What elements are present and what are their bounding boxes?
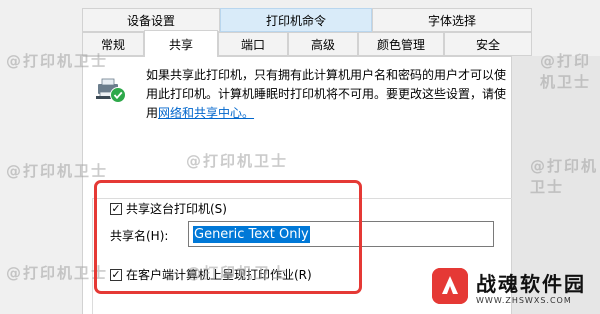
tab-label: 端口	[240, 37, 265, 52]
share-name-label-text: 共享名(H):	[110, 229, 169, 243]
network-sharing-center-link[interactable]: 网络和共享中心。	[158, 106, 254, 120]
tab-color-management[interactable]: 颜色管理	[358, 32, 444, 56]
tab-label: 颜色管理	[376, 37, 425, 52]
render-jobs-checkbox[interactable]: ✓ 在客户端计算机上呈现打印作业(R)	[110, 266, 312, 283]
tab-label: 高级	[310, 37, 335, 52]
tab-ports[interactable]: 端口	[218, 32, 288, 56]
tab-sharing[interactable]: 共享	[144, 30, 218, 57]
brand-logo-area: 战魂软件园 WWW.ZHSWXS.COM	[420, 262, 600, 314]
tab-label: 打印机命令	[265, 13, 326, 28]
tab-label: 共享	[168, 37, 193, 52]
share-printer-label: 共享这台打印机(S)	[126, 202, 227, 216]
shared-printer-icon	[96, 78, 126, 103]
tab-label: 字体选择	[427, 13, 476, 28]
tab-printer-commands[interactable]: 打印机命令	[220, 8, 372, 32]
tab-label: 设备设置	[126, 13, 175, 28]
tab-general[interactable]: 常规	[82, 32, 144, 56]
share-name-input[interactable]: Generic Text Only	[188, 221, 494, 247]
share-name-label: 共享名(H):	[110, 227, 168, 244]
info-line: 用网络和共享中心。	[146, 104, 516, 123]
tab-advanced[interactable]: 高级	[288, 32, 358, 56]
share-name-selected-text[interactable]: Generic Text Only	[193, 225, 310, 243]
info-line: 如果共享此打印机，只有拥有此计算机用户名和密码的用户才可以使	[146, 68, 507, 82]
share-printer-checkbox[interactable]: ✓ 共享这台打印机(S)	[110, 200, 227, 217]
tab-label: 常规	[100, 37, 125, 52]
checkbox-checked-icon[interactable]: ✓	[110, 202, 122, 215]
info-line: 用此打印机。计算机睡眠时打印机将不可用。要更改这些设置，请使	[146, 87, 507, 101]
brand-title: 战魂软件园	[476, 272, 586, 296]
render-jobs-label: 在客户端计算机上呈现打印作业(R)	[126, 268, 312, 282]
brand-url: WWW.ZHSWXS.COM	[476, 296, 572, 305]
sharing-info-text: 如果共享此打印机，只有拥有此计算机用户名和密码的用户才可以使 用此打印机。计算机…	[146, 66, 516, 123]
checkbox-checked-icon[interactable]: ✓	[110, 268, 122, 281]
tab-font-selection[interactable]: 字体选择	[372, 8, 532, 32]
tab-label: 安全	[475, 37, 500, 52]
tab-device-settings[interactable]: 设备设置	[82, 8, 220, 32]
printer-properties-dialog: 设备设置 打印机命令 字体选择 常规 共享 端口 高级 颜色管理 安全 如果共享…	[0, 0, 600, 314]
brand-logo-icon	[432, 268, 468, 304]
info-text-prefix: 用	[146, 106, 159, 120]
tab-security[interactable]: 安全	[444, 32, 532, 56]
